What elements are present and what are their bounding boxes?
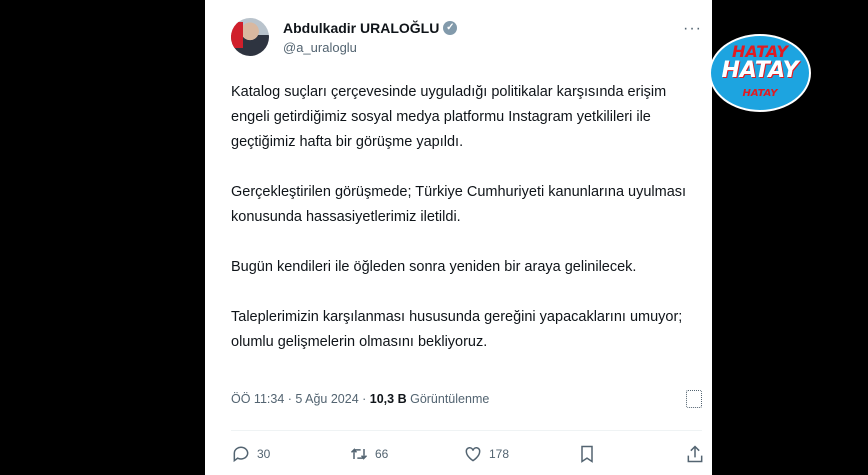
tweet-text: Katalog suçları çerçevesinde uyguladığı … (231, 80, 701, 380)
analytics-icon[interactable] (686, 390, 702, 408)
divider (231, 430, 702, 431)
tweet-paragraph: Katalog suçları çerçevesinde uyguladığı … (231, 84, 667, 150)
tweet-time[interactable]: ÖÖ 11:34 (231, 392, 284, 406)
retweet-button[interactable]: 66 (349, 444, 388, 464)
reply-count: 30 (257, 447, 271, 461)
tweet-meta: ÖÖ 11:34 · 5 Ağu 2024 · 10,3 B Görüntüle… (231, 392, 490, 406)
reply-icon (233, 446, 249, 463)
views-label: Görüntülenme (410, 392, 490, 406)
author-name-row[interactable]: Abdulkadir URALOĞLU ✓ (283, 20, 458, 36)
views-count: 10,3 B (369, 392, 407, 406)
bookmark-icon (581, 445, 593, 463)
logo-text: HATAY (721, 58, 799, 83)
retweet-icon (350, 448, 368, 460)
bookmark-button[interactable] (577, 444, 597, 464)
share-button[interactable] (685, 444, 705, 464)
like-button[interactable]: 178 (463, 444, 509, 464)
tweet-paragraph: Taleplerimizin karşılanması hususunda ge… (231, 309, 683, 350)
like-count: 178 (489, 447, 510, 461)
more-icon[interactable]: ··· (683, 20, 702, 38)
logo-text: HATAY (742, 88, 778, 99)
hatay-logo: HATAY HATAY HATAY (709, 34, 811, 112)
author-handle[interactable]: @a_uraloglu (283, 40, 357, 55)
action-bar: 30 66 178 (231, 444, 703, 468)
avatar[interactable] (231, 18, 269, 56)
tweet-card: Abdulkadir URALOĞLU ✓ @a_uraloglu ··· Ka… (205, 0, 712, 475)
tweet-paragraph: Gerçekleştirilen görüşmede; Türkiye Cumh… (231, 184, 687, 225)
reply-button[interactable]: 30 (231, 444, 270, 464)
tweet-date[interactable]: 5 Ağu 2024 (295, 392, 358, 406)
like-icon (465, 446, 481, 462)
author-name[interactable]: Abdulkadir URALOĞLU (283, 20, 439, 36)
tweet-paragraph: Bugün kendileri ile öğleden sonra yenide… (231, 259, 637, 275)
share-icon (687, 445, 703, 463)
retweet-count: 66 (375, 447, 389, 461)
verified-badge-icon: ✓ (443, 21, 458, 35)
